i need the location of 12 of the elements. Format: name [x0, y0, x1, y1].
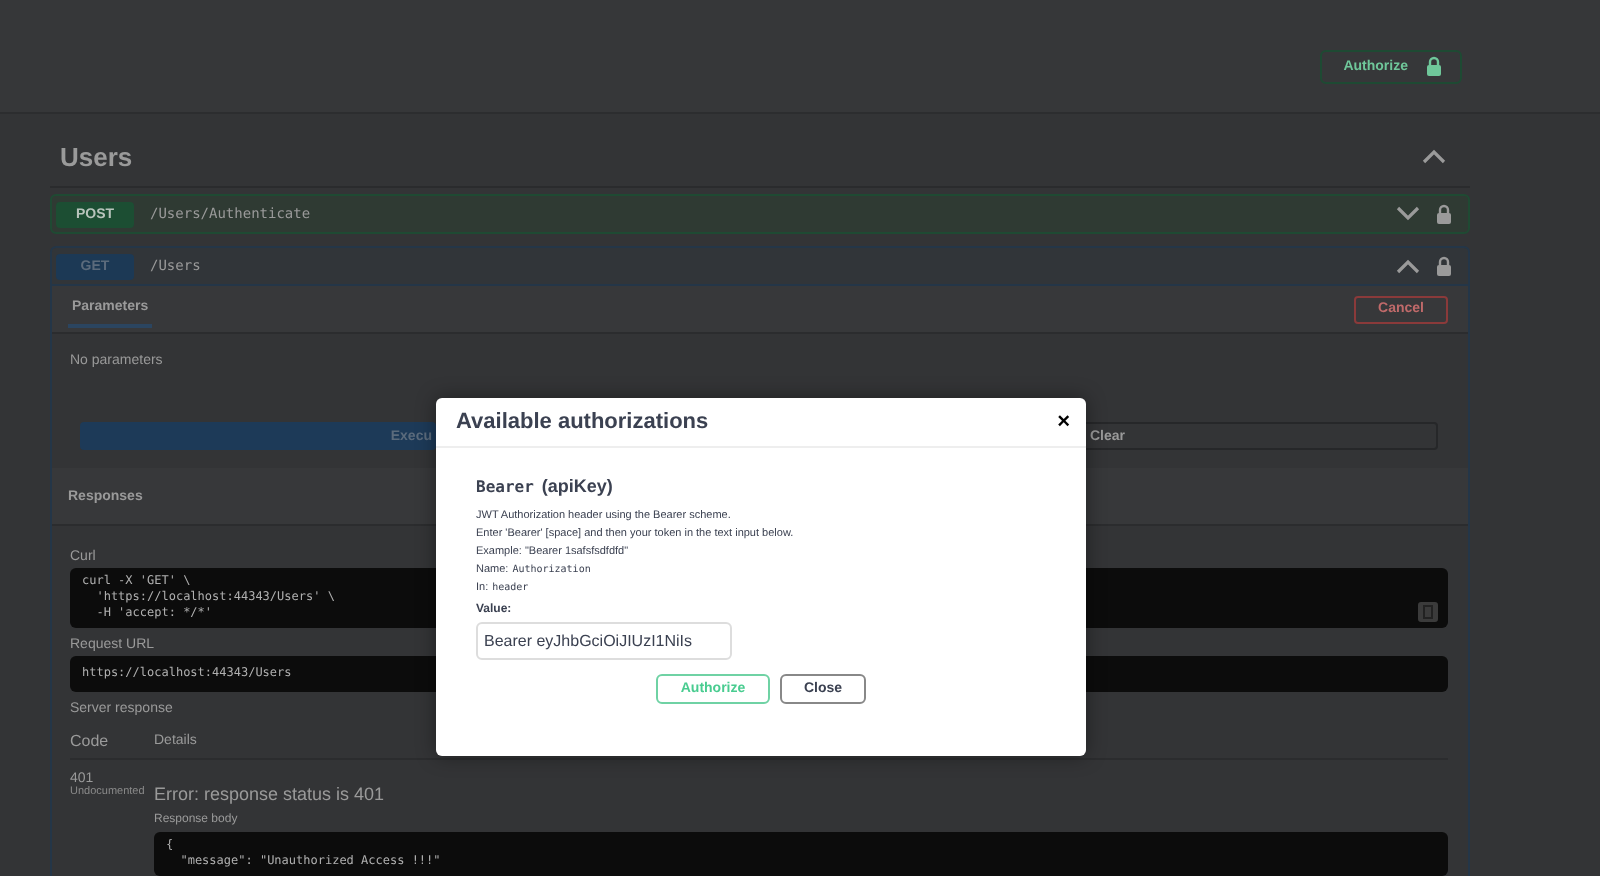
lock-icon [1436, 204, 1452, 224]
column-header: Code [70, 732, 111, 750]
scheme-type: (apiKey) [541, 476, 613, 496]
lock-icon [1436, 256, 1452, 276]
value-input[interactable]: Bearer eyJhbGciOiJIUzI1NiIs [476, 622, 732, 660]
scheme-name: Bearer [476, 478, 534, 496]
copy-icon [1418, 602, 1438, 622]
section-title: Users [60, 141, 133, 171]
lock-icon [1426, 56, 1442, 76]
dialog-title: Available authorizations [456, 410, 709, 434]
close-button[interactable]: × [1057, 410, 1070, 434]
error-message: Error: response status is 401 [154, 784, 387, 804]
